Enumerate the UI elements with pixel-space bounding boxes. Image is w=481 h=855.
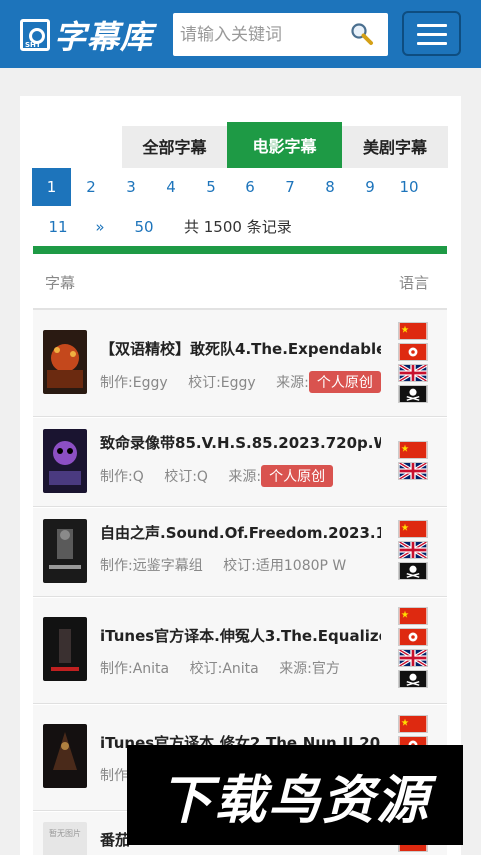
page-link-9[interactable]: 9 <box>358 168 382 206</box>
page-link-2[interactable]: 2 <box>79 168 103 206</box>
uk-flag-icon <box>398 649 428 667</box>
source-badge: 个人原创 <box>261 465 334 487</box>
china-flag-icon <box>398 520 428 538</box>
watermark-banner: 下载鸟资源 <box>127 745 463 845</box>
checker-label: 校订: <box>164 469 197 485</box>
source-label: 来源: <box>279 661 312 677</box>
maker-name: Eggy <box>132 375 168 391</box>
language-flags <box>398 520 429 583</box>
movie-poster[interactable] <box>43 429 87 493</box>
hongkong-flag-icon <box>398 628 428 646</box>
logo-sub-text: SHT <box>25 41 41 49</box>
movie-poster[interactable] <box>43 330 87 394</box>
menu-bar-icon <box>417 42 447 45</box>
column-header-language: 语言 <box>399 274 430 292</box>
uk-flag-icon <box>398 364 428 382</box>
subtitle-meta: 制作:远鉴字幕组 校订:适用1080P W <box>100 555 381 575</box>
tab-all-subtitles[interactable]: 全部字幕 <box>122 126 227 168</box>
checker-label: 校订: <box>188 375 221 391</box>
search-icon[interactable] <box>350 22 374 46</box>
subtitle-row[interactable]: 致命录像带85.V.H.S.85.2023.720p.WEB 制作:Q 校订:Q… <box>33 418 447 507</box>
maker-label: 制作: <box>100 375 133 391</box>
checker-name: Q <box>196 469 208 485</box>
maker-label: 制作: <box>100 661 133 677</box>
china-flag-icon <box>398 715 428 733</box>
site-logo[interactable]: SHT 字幕库 <box>20 16 153 56</box>
watermark-text: 下载鸟资源 <box>159 770 430 831</box>
menu-bar-icon <box>417 24 447 27</box>
subtitle-row[interactable]: 【双语精校】敢死队4.The.Expendables 制作:Eggy 校订:Eg… <box>33 310 447 417</box>
language-flags <box>398 607 429 691</box>
subtitle-title-link[interactable]: 【双语精校】敢死队4.The.Expendables <box>100 338 381 359</box>
pirate-flag-icon <box>398 385 428 403</box>
page-link-11[interactable]: 11 <box>43 208 73 246</box>
language-flags <box>398 322 429 406</box>
page-link-4[interactable]: 4 <box>159 168 183 206</box>
checker-name: Eggy <box>220 375 256 391</box>
tab-movie-subtitles[interactable]: 电影字幕 <box>227 122 342 168</box>
section-divider <box>33 246 447 254</box>
page-link-last[interactable]: 50 <box>129 208 159 246</box>
total-records: 共 1500 条记录 <box>184 218 292 236</box>
logo-text: 字幕库 <box>54 18 154 56</box>
checker-name: Anita <box>222 661 259 677</box>
menu-bar-icon <box>417 33 447 36</box>
language-flags <box>398 441 429 483</box>
movie-poster[interactable] <box>43 724 87 788</box>
search-input[interactable] <box>173 14 338 55</box>
page-link-3[interactable]: 3 <box>119 168 143 206</box>
china-flag-icon <box>398 322 428 340</box>
hongkong-flag-icon <box>398 343 428 361</box>
subtitle-title-link[interactable]: iTunes官方译本.伸冤人3.The.Equalizer. <box>100 625 381 646</box>
subtitle-meta: 制作:Anita 校订:Anita 来源:官方 <box>100 658 381 678</box>
subtitle-list-card: 全部字幕 电影字幕 美剧字幕 1 2 3 4 5 6 7 8 9 10 11 »… <box>20 96 461 855</box>
page-link-7[interactable]: 7 <box>278 168 302 206</box>
tab-tv-subtitles[interactable]: 美剧字幕 <box>342 126 448 168</box>
subtitle-row[interactable]: iTunes官方译本.伸冤人3.The.Equalizer. 制作:Anita … <box>33 598 447 704</box>
maker-label: 制作 <box>100 768 128 784</box>
source-label: 来源: <box>228 469 262 485</box>
page-next-link[interactable]: » <box>88 208 112 246</box>
movie-poster[interactable] <box>43 617 87 681</box>
subtitle-title-link[interactable]: 致命录像带85.V.H.S.85.2023.720p.WEB <box>100 432 381 453</box>
page-link-8[interactable]: 8 <box>318 168 342 206</box>
page-link-10[interactable]: 10 <box>392 168 426 206</box>
page-link-1[interactable]: 1 <box>32 168 71 206</box>
pirate-flag-icon <box>398 670 428 688</box>
site-header: SHT 字幕库 <box>0 0 481 68</box>
subtitle-meta: 制作:Eggy 校订:Eggy 来源: 个人原创 <box>100 371 381 393</box>
subtitle-title-link[interactable]: 自由之声.Sound.Of.Freedom.2023.1080 <box>100 522 381 543</box>
movie-poster-placeholder[interactable]: 暂无图片 <box>43 822 87 855</box>
subtitle-meta: 制作:Q 校订:Q 来源: 个人原创 <box>100 465 381 487</box>
source-name: 官方 <box>311 661 340 677</box>
page-link-6[interactable]: 6 <box>238 168 262 206</box>
uk-flag-icon <box>398 462 428 480</box>
maker-name: Anita <box>132 661 170 677</box>
page-link-5[interactable]: 5 <box>199 168 223 206</box>
china-flag-icon <box>398 441 428 459</box>
source-label: 来源: <box>276 375 309 391</box>
china-flag-icon <box>398 607 428 625</box>
pirate-flag-icon <box>398 562 428 580</box>
column-header-subtitle: 字幕 <box>45 274 76 292</box>
subtitle-row[interactable]: 自由之声.Sound.Of.Freedom.2023.1080 制作:远鉴字幕组… <box>33 508 447 597</box>
search-box <box>173 13 388 56</box>
maker-name: Q <box>132 469 144 485</box>
category-tabs: 全部字幕 电影字幕 美剧字幕 <box>122 122 448 168</box>
maker-name: 远鉴字幕组 <box>132 558 203 574</box>
maker-label: 制作: <box>100 558 133 574</box>
checker-label: 校订: <box>189 661 223 677</box>
source-badge: 个人原创 <box>308 371 381 393</box>
checker-name: 适用1080P W <box>255 558 347 574</box>
maker-label: 制作: <box>100 469 133 485</box>
menu-button[interactable] <box>402 11 461 56</box>
uk-flag-icon <box>398 541 428 559</box>
checker-label: 校订: <box>223 558 256 574</box>
logo-mark-icon: SHT <box>20 19 50 51</box>
movie-poster[interactable] <box>43 519 87 583</box>
